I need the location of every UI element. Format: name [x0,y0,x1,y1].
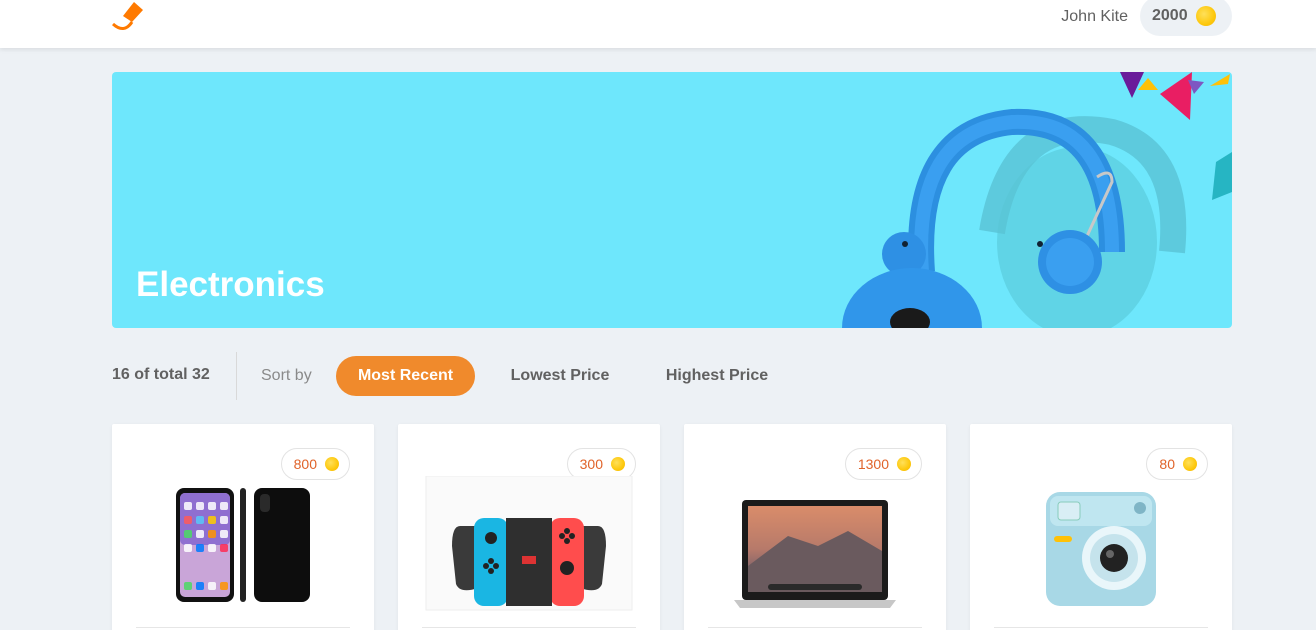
top-bar: John Kite 2000 [0,0,1316,48]
sort-label: Sort by [261,367,312,384]
sort-bar: 16 of total 32 Sort by Most Recent Lowes… [112,352,1232,400]
price-value: 800 [293,456,317,472]
card-divider [994,627,1208,628]
coin-icon [611,457,625,471]
sort-highest-price-button[interactable]: Highest Price [649,356,785,396]
instant-camera-image [1046,492,1156,606]
card-divider [136,627,350,628]
product-card[interactable]: 1300 [684,424,946,630]
sort-lowest-price-button[interactable]: Lowest Price [495,356,625,396]
price-value: 80 [1159,456,1175,472]
sort-most-recent-button[interactable]: Most Recent [336,356,475,396]
iphone-image [176,488,310,602]
coin-icon [325,457,339,471]
product-count: 16 of total 32 [112,366,210,383]
headphones-image [842,72,1232,328]
kite-logo-icon[interactable] [110,0,146,34]
coin-icon [897,457,911,471]
nintendo-switch-image [425,476,633,611]
coin-icon [1195,6,1216,26]
price-value: 300 [579,456,603,472]
coin-icon [1183,457,1197,471]
price-value: 1300 [857,456,889,472]
product-card[interactable]: 800 [112,424,374,630]
category-banner: Electronics [112,72,1232,328]
card-divider [708,627,922,628]
points-balance[interactable]: 2000 [1140,0,1232,36]
product-card[interactable]: 300 [398,424,660,630]
card-divider [422,627,636,628]
macbook-image [734,500,896,608]
sort-divider [236,352,237,400]
points-value: 2000 [1152,7,1188,24]
product-card[interactable]: 80 [970,424,1232,630]
banner-title: Electronics [136,265,325,304]
user-name[interactable]: John Kite [1061,7,1128,27]
